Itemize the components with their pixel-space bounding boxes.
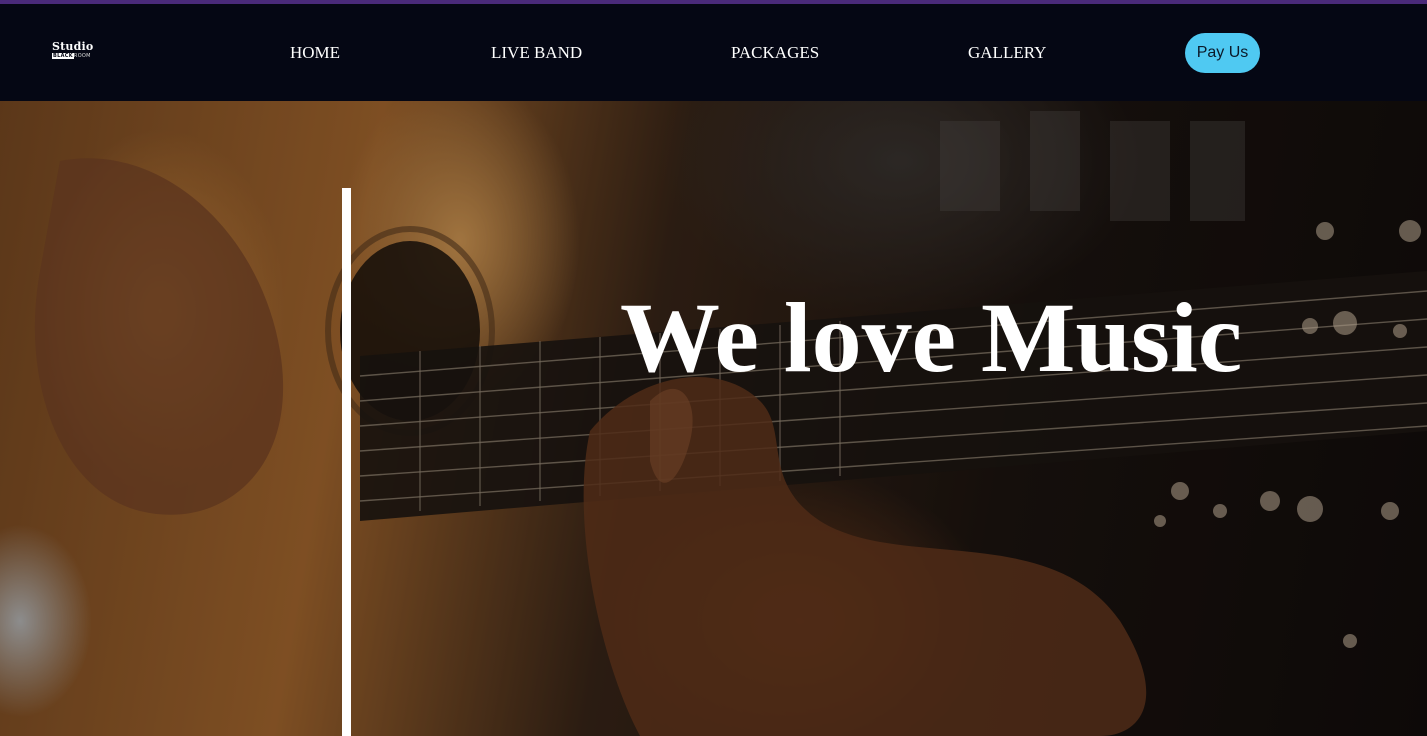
logo-title: Studio (52, 40, 94, 53)
hero-vertical-divider (342, 188, 351, 736)
hero-section: We love Music (0, 101, 1427, 736)
navbar: Studio BLACKROOM HOME LIVE BAND PACKAGES… (0, 4, 1427, 101)
logo-subtitle: BLACKROOM (52, 53, 91, 59)
logo-subtitle-rest: ROOM (73, 53, 91, 59)
studio-logo[interactable]: Studio BLACKROOM (52, 40, 96, 64)
hero-heading: We love Music (620, 282, 1243, 393)
logo-subtitle-bold: BLACK (52, 53, 74, 59)
nav-home[interactable]: HOME (290, 43, 340, 63)
pay-us-button[interactable]: Pay Us (1185, 33, 1260, 73)
nav-live-band[interactable]: LIVE BAND (491, 43, 582, 63)
nav-gallery[interactable]: GALLERY (968, 43, 1046, 63)
nav-packages[interactable]: PACKAGES (731, 43, 819, 63)
hero-background-image (0, 101, 1427, 736)
